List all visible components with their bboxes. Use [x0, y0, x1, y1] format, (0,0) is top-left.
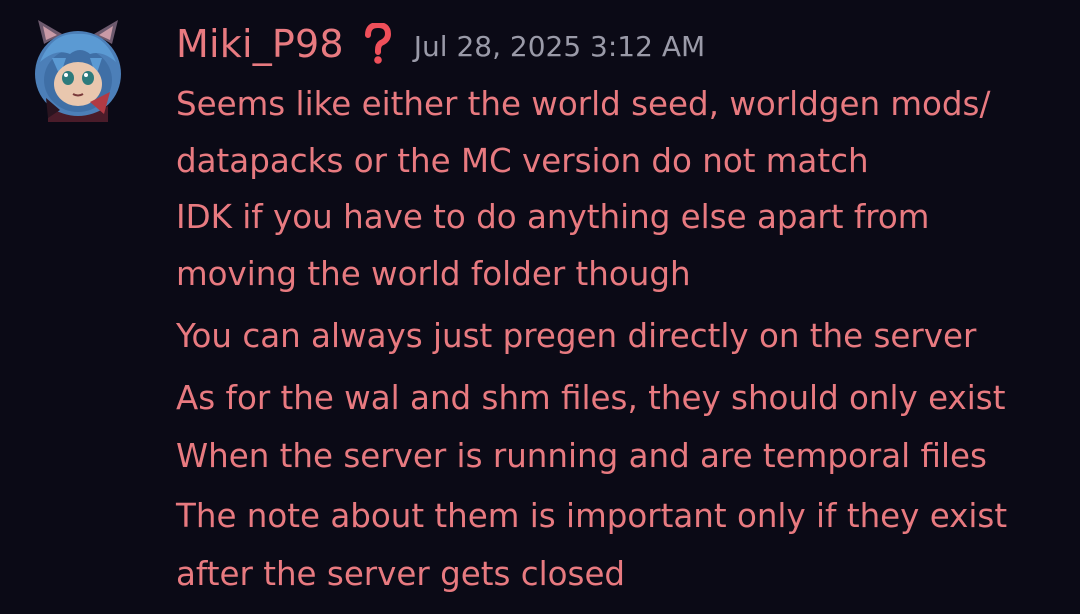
avatar[interactable] — [30, 18, 126, 122]
question-mark-icon[interactable] — [364, 22, 392, 66]
message-header: Miki_P98 Jul 28, 2025 3:12 AM — [176, 16, 705, 72]
timestamp: Jul 28, 2025 3:12 AM — [413, 29, 706, 63]
message-line: As for the wal and shm files, they shoul… — [176, 379, 1006, 417]
avatar-image — [35, 20, 121, 122]
message-line: The note about them is important only if… — [176, 497, 1008, 535]
chat-message: Miki_P98 Jul 28, 2025 3:12 AM Seems like… — [0, 0, 1080, 614]
message-line: after the server gets closed — [176, 555, 626, 593]
message-line: IDK if you have to do anything else apar… — [176, 198, 930, 236]
message-line: You can always just pregen directly on t… — [176, 317, 977, 355]
message-line: moving the world folder though — [176, 255, 691, 293]
username[interactable]: Miki_P98 — [176, 22, 344, 66]
message-line: Seems like either the world seed, worldg… — [176, 85, 991, 123]
message-line: datapacks or the MC version do not match — [176, 142, 869, 180]
message-line: When the server is running and are tempo… — [176, 437, 987, 475]
